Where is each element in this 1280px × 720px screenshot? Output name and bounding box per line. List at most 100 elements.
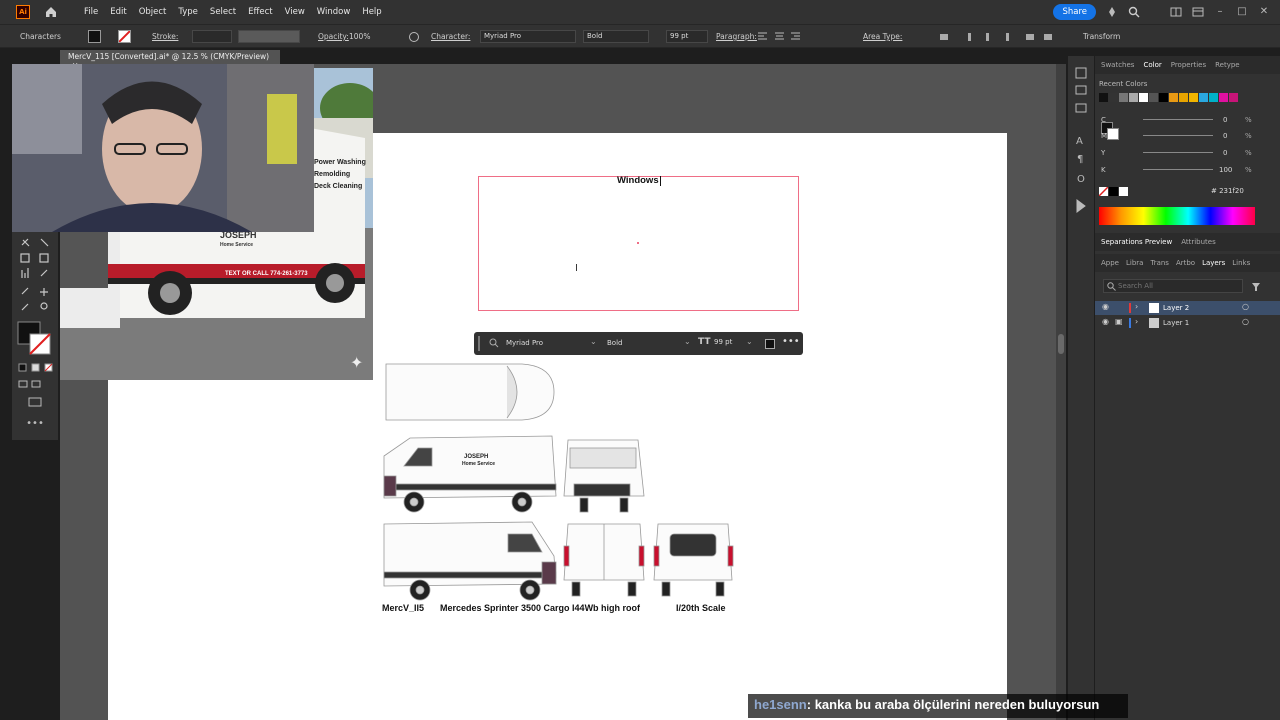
color-spectrum[interactable] — [1099, 207, 1255, 225]
ctx-size-field[interactable]: 99 pt — [714, 338, 732, 346]
cmyk-k-value[interactable]: 100 — [1219, 166, 1232, 174]
recent-swatch[interactable] — [1199, 93, 1208, 102]
recent-swatch[interactable] — [1159, 93, 1168, 102]
minimize-icon[interactable]: – — [1214, 6, 1226, 18]
tab-attributes[interactable]: Attributes — [1181, 238, 1216, 246]
tab-properties[interactable]: Properties — [1171, 61, 1206, 69]
tab-appearance[interactable]: Appe — [1101, 259, 1119, 267]
layer-row[interactable]: ◉ › Layer 2 ○ — [1095, 301, 1280, 315]
recent-swatch[interactable] — [1109, 93, 1118, 102]
layer-name[interactable]: Layer 2 — [1163, 304, 1189, 312]
ctx-fill-swatch[interactable] — [765, 339, 775, 349]
cmyk-y-track[interactable] — [1143, 152, 1213, 153]
stroke-label[interactable]: Stroke: — [152, 32, 178, 41]
recent-swatch[interactable] — [1209, 93, 1218, 102]
recent-swatch[interactable] — [1229, 93, 1238, 102]
menu-view[interactable]: View — [279, 7, 311, 17]
menu-edit[interactable]: Edit — [104, 7, 132, 17]
recent-swatch[interactable] — [1169, 93, 1178, 102]
tab-links[interactable]: Links — [1232, 259, 1250, 267]
layers-search-input[interactable] — [1118, 281, 1238, 291]
tab-retype[interactable]: Retype — [1215, 61, 1240, 69]
opacity-label[interactable]: Opacity: — [318, 32, 349, 41]
cmyk-c-track[interactable] — [1143, 119, 1213, 120]
typed-text[interactable]: Windows — [617, 175, 659, 186]
expand-icon[interactable]: › — [1135, 302, 1138, 311]
tool-icons[interactable]: ••• — [16, 236, 54, 432]
ctx-size-chevron-icon[interactable]: ⌄ — [746, 337, 753, 346]
cmyk-k-track[interactable] — [1143, 169, 1213, 170]
character-label[interactable]: Character: — [431, 32, 470, 41]
home-icon[interactable] — [44, 5, 58, 19]
align-objects-icon[interactable] — [938, 31, 1068, 43]
stroke-swatch[interactable] — [118, 30, 131, 43]
recent-swatch[interactable] — [1129, 93, 1138, 102]
menu-object[interactable]: Object — [133, 7, 173, 17]
recent-swatch[interactable] — [1179, 93, 1188, 102]
none-swatch[interactable] — [1098, 186, 1109, 197]
more-options-icon[interactable]: ••• — [782, 336, 800, 347]
recolor-icon[interactable] — [408, 31, 420, 43]
scroll-thumb[interactable] — [1058, 334, 1064, 354]
recent-swatch[interactable] — [1219, 93, 1228, 102]
target-icon[interactable]: ○ — [1242, 317, 1249, 326]
variable-width-field[interactable] — [238, 30, 300, 43]
cmyk-m-value[interactable]: 0 — [1223, 132, 1227, 140]
font-style-field[interactable]: Bold — [583, 30, 649, 43]
font-size-field[interactable]: 99 pt — [666, 30, 708, 43]
eye-icon[interactable]: ◉ — [1102, 302, 1109, 311]
recent-swatch[interactable] — [1189, 93, 1198, 102]
white-swatch[interactable] — [1119, 187, 1128, 196]
menu-type[interactable]: Type — [172, 7, 204, 17]
tab-separations-preview[interactable]: Separations Preview — [1101, 238, 1172, 246]
lock-icon[interactable]: ▣ — [1115, 317, 1123, 326]
recent-swatch[interactable] — [1099, 93, 1108, 102]
van-templates[interactable]: JOSEPH Home Service — [382, 356, 742, 601]
expand-icon[interactable]: › — [1135, 317, 1138, 326]
cmyk-c-value[interactable]: 0 — [1223, 116, 1227, 124]
stroke-weight-field[interactable] — [192, 30, 232, 43]
align-buttons-icon[interactable] — [757, 31, 801, 43]
vertical-scrollbar[interactable] — [1056, 64, 1066, 720]
rocket-icon[interactable] — [1106, 6, 1118, 18]
black-swatch[interactable] — [1109, 187, 1118, 196]
layer-name[interactable]: Layer 1 — [1163, 319, 1189, 327]
ctx-font-chevron-icon[interactable]: ⌄ — [590, 337, 597, 346]
tab-transform[interactable]: Trans — [1150, 259, 1169, 267]
menu-file[interactable]: File — [78, 7, 104, 17]
ctx-font-field[interactable]: Myriad Pro — [506, 339, 543, 347]
close-icon[interactable]: ✕ — [1258, 6, 1270, 18]
area-type-label[interactable]: Area Type: — [863, 32, 902, 41]
menu-select[interactable]: Select — [204, 7, 242, 17]
area-text-frame[interactable]: Windows I — [478, 175, 799, 311]
tab-artboards[interactable]: Artbo — [1176, 259, 1195, 267]
maximize-icon[interactable]: □ — [1236, 6, 1248, 18]
menu-effect[interactable]: Effect — [242, 7, 278, 17]
search-icon[interactable] — [1128, 6, 1140, 18]
tab-layers[interactable]: Layers — [1202, 259, 1225, 267]
tab-color[interactable]: Color — [1143, 61, 1161, 69]
share-button[interactable]: Share — [1053, 4, 1096, 20]
recent-swatch[interactable] — [1139, 93, 1148, 102]
ctx-style-chevron-icon[interactable]: ⌄ — [684, 337, 691, 346]
arrange-documents-icon[interactable] — [1170, 6, 1182, 18]
hex-field[interactable]: # 231f20 — [1211, 187, 1244, 195]
recent-swatch[interactable] — [1149, 93, 1158, 102]
ctx-style-field[interactable]: Bold — [607, 339, 622, 347]
eye-icon[interactable]: ◉ — [1102, 317, 1109, 326]
cmyk-m-track[interactable] — [1143, 135, 1213, 136]
font-family-field[interactable]: Myriad Pro — [480, 30, 576, 43]
filter-icon[interactable] — [1251, 282, 1261, 292]
layers-search[interactable] — [1103, 279, 1243, 293]
target-icon[interactable]: ○ — [1242, 302, 1249, 311]
document-tab[interactable]: MercV_115 [Converted].ai* @ 12.5 % (CMYK… — [60, 50, 280, 70]
recent-swatch[interactable] — [1119, 93, 1128, 102]
layer-row[interactable]: ◉ ▣ › Layer 1 ○ — [1095, 316, 1280, 330]
panel-icons[interactable]: A ¶ O — [1068, 56, 1094, 216]
workspace-icon[interactable] — [1192, 6, 1204, 18]
tab-swatches[interactable]: Swatches — [1101, 61, 1134, 69]
cmyk-y-value[interactable]: 0 — [1223, 149, 1227, 157]
drag-handle[interactable] — [478, 336, 480, 351]
tab-libraries[interactable]: Libra — [1126, 259, 1143, 267]
menu-window[interactable]: Window — [311, 7, 357, 17]
